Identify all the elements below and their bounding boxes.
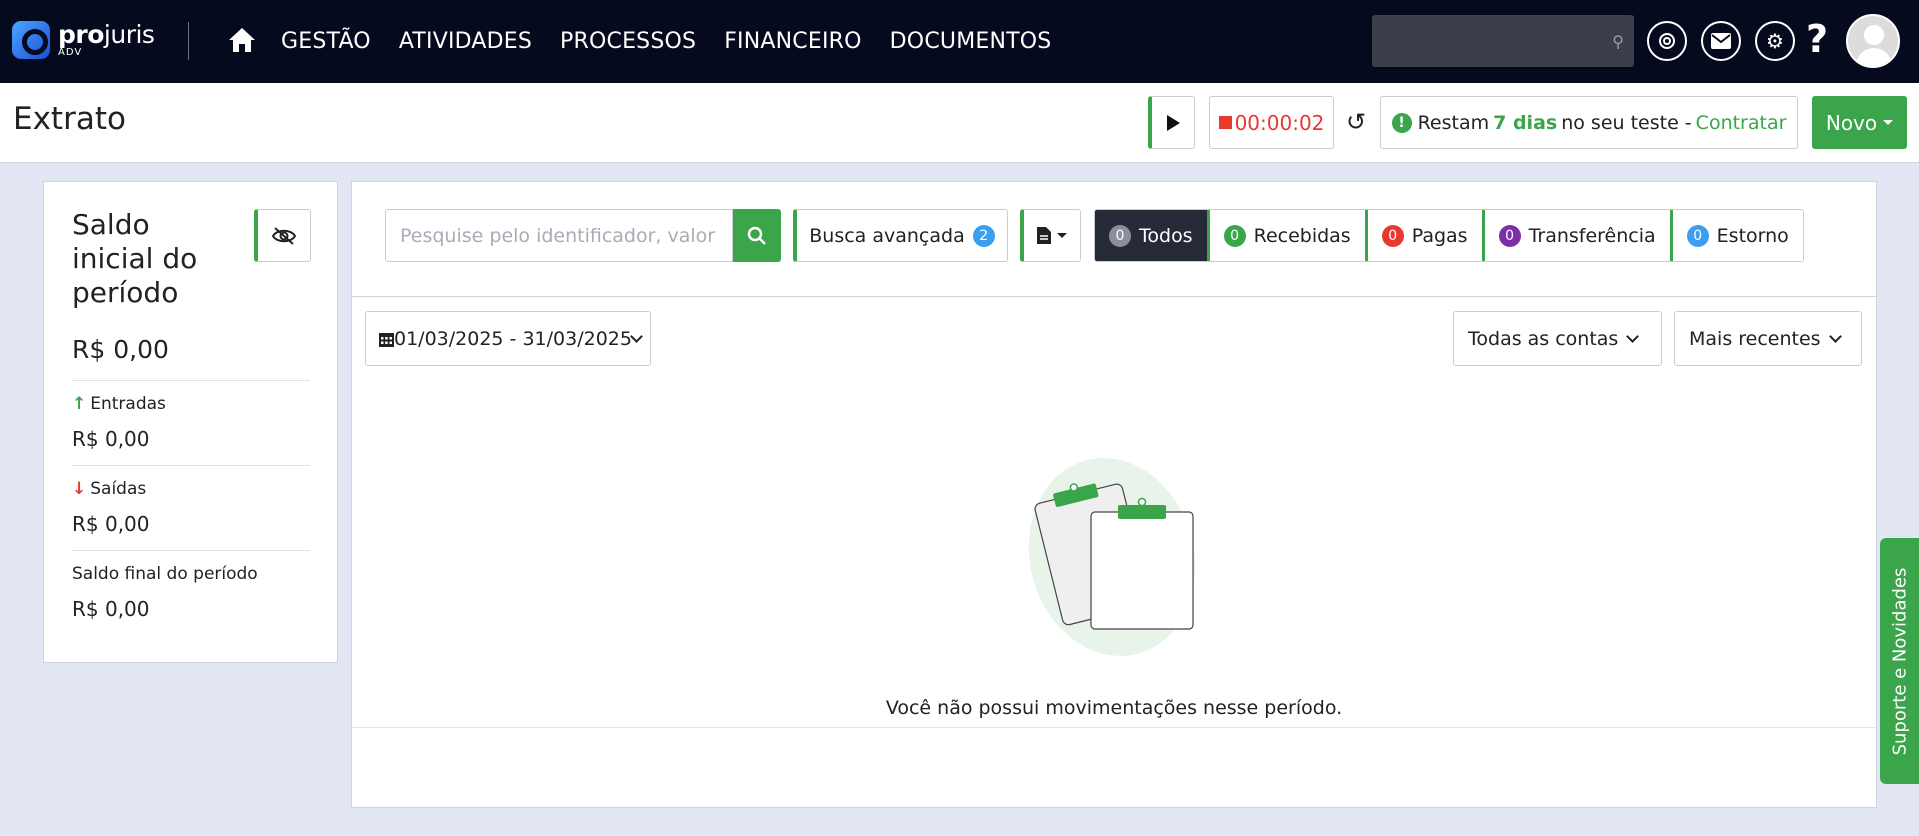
caret-down-icon	[1057, 233, 1067, 238]
filter-label: Todos	[1139, 224, 1193, 247]
sort-select[interactable]: Mais recentes	[1674, 311, 1862, 366]
nav-item-gestao[interactable]: GESTÃO	[281, 29, 371, 54]
nav-item-atividades[interactable]: ATIVIDADES	[399, 29, 532, 54]
logo-name-rest: juris	[103, 20, 155, 49]
help-icon[interactable]: ?	[1806, 17, 1828, 61]
timer-value: 00:00:02	[1234, 110, 1325, 135]
logo-mark-icon	[12, 21, 50, 59]
logo-subtitle: ADV	[58, 47, 83, 58]
home-icon[interactable]	[228, 27, 256, 53]
filter-count-badge: 0	[1381, 224, 1404, 247]
support-tab-label: Suporte e Novidades	[1889, 567, 1911, 755]
document-icon	[1037, 227, 1051, 244]
trial-days: 7 dias	[1493, 111, 1558, 134]
chevron-down-icon	[630, 329, 643, 343]
export-document-button[interactable]	[1020, 209, 1081, 262]
eye-slash-icon	[271, 226, 297, 245]
filter-pagas-button[interactable]: 0 Pagas	[1364, 210, 1482, 261]
filter-label: Pagas	[1411, 224, 1468, 247]
type-filter-group: 0 Todos 0 Recebidas 0 Pagas 0 Transferência 0 Est…	[1094, 209, 1804, 262]
nav-item-processos[interactable]: PROCESSOS	[560, 29, 696, 54]
nav-item-financeiro[interactable]: FINANCEIRO	[724, 29, 861, 54]
user-avatar[interactable]	[1846, 14, 1900, 68]
search-icon: ⚲	[1612, 32, 1624, 51]
accounts-select-value: Todas as contas	[1468, 327, 1619, 350]
advanced-search-count: 2	[972, 224, 995, 247]
settings-gear-icon[interactable]: ⚙	[1755, 21, 1795, 61]
advanced-search-button[interactable]: Busca avançada 2	[793, 209, 1008, 262]
filter-label: Transferência	[1528, 224, 1656, 247]
top-navbar: projuris ADV GESTÃO ATIVIDADES PROCESSOS…	[0, 0, 1919, 83]
trial-banner: ! Restam 7 dias no seu teste - Contratar	[1380, 96, 1798, 149]
contratar-link[interactable]: Contratar	[1696, 112, 1787, 134]
initial-balance-title: Saldo inicial do período	[72, 208, 198, 309]
timer-display[interactable]: 00:00:02	[1209, 96, 1334, 149]
stop-icon	[1218, 116, 1232, 129]
global-search-input[interactable]: ⚲	[1372, 15, 1634, 67]
toggle-visibility-button[interactable]	[254, 209, 311, 262]
new-button-label: Novo	[1825, 110, 1878, 135]
filter-estorno-button[interactable]: 0 Estorno	[1669, 210, 1803, 261]
filter-count-badge: 0	[1223, 224, 1246, 247]
filter-transferencia-button[interactable]: 0 Transferência	[1481, 210, 1670, 261]
support-tab[interactable]: Suporte e Novidades	[1880, 538, 1919, 784]
trial-suffix: no seu teste -	[1561, 111, 1692, 134]
filter-todos-button[interactable]: 0 Todos	[1095, 210, 1207, 261]
arrow-down-icon: ↓	[72, 479, 87, 499]
nav-item-documentos[interactable]: DOCUMENTOS	[890, 29, 1052, 54]
page-header: Extrato 00:00:02 ↺ ! Restam 7 dias no se…	[0, 83, 1919, 163]
date-range-picker[interactable]: 01/03/2025 - 31/03/2025	[365, 311, 651, 366]
date-range-value: 01/03/2025 - 31/03/2025	[394, 327, 632, 350]
chevron-down-icon	[1828, 329, 1842, 343]
filter-count-badge: 0	[1498, 224, 1521, 247]
play-icon	[1166, 114, 1180, 131]
final-balance-value: R$ 0,00	[72, 597, 150, 621]
accounts-select[interactable]: Todas as contas	[1453, 311, 1662, 366]
alert-icon: !	[1391, 112, 1412, 133]
statement-panel: Pesquise pelo identificador, valor Busca…	[351, 181, 1877, 808]
filter-count-badge: 0	[1109, 224, 1131, 247]
divider	[72, 550, 310, 551]
statement-search-input[interactable]: Pesquise pelo identificador, valor	[385, 209, 733, 262]
search-icon	[747, 226, 766, 245]
balance-summary-card: Saldo inicial do período R$ 0,00 ↑ Entrad…	[43, 181, 338, 663]
new-button[interactable]: Novo	[1812, 96, 1907, 149]
divider	[352, 296, 1876, 297]
entradas-value: R$ 0,00	[72, 427, 150, 451]
divider	[352, 727, 1876, 728]
entradas-label: ↑ Entradas	[72, 394, 166, 414]
timer-play-button[interactable]	[1148, 96, 1195, 149]
projuris-logo[interactable]: projuris ADV	[12, 20, 155, 59]
sort-select-value: Mais recentes	[1689, 327, 1821, 350]
arrow-up-icon: ↑	[72, 394, 87, 414]
saidas-label: ↓ Saídas	[72, 479, 147, 499]
filter-recebidas-button[interactable]: 0 Recebidas	[1206, 210, 1365, 261]
nav-divider	[188, 22, 189, 60]
initial-balance-value: R$ 0,00	[72, 335, 169, 364]
caret-down-icon	[1883, 120, 1894, 125]
saidas-value: R$ 0,00	[72, 512, 150, 536]
advanced-search-label: Busca avançada	[809, 224, 965, 247]
empty-clipboard-illustration	[1028, 458, 1196, 656]
logo-name-bold: pro	[58, 20, 104, 49]
reset-timer-icon[interactable]: ↺	[1346, 108, 1366, 136]
filter-label: Recebidas	[1253, 224, 1351, 247]
main-nav: GESTÃO ATIVIDADES PROCESSOS FINANCEIRO D…	[281, 0, 1079, 83]
filter-count-badge: 0	[1686, 224, 1709, 247]
search-submit-button[interactable]	[733, 209, 781, 262]
logo-text: projuris ADV	[58, 20, 155, 58]
mail-icon[interactable]	[1701, 21, 1741, 61]
ai-assistant-icon[interactable]	[1647, 21, 1687, 61]
trial-prefix: Restam	[1417, 111, 1490, 134]
page-title: Extrato	[13, 101, 126, 137]
search-placeholder: Pesquise pelo identificador, valor	[400, 224, 716, 247]
divider	[72, 465, 310, 466]
calendar-icon	[379, 332, 394, 347]
chevron-down-icon	[1626, 329, 1640, 343]
divider	[72, 380, 310, 381]
empty-state-message: Você não possui movimentações nesse perí…	[885, 697, 1343, 719]
final-balance-label: Saldo final do período	[72, 564, 258, 584]
filter-label: Estorno	[1716, 224, 1789, 247]
